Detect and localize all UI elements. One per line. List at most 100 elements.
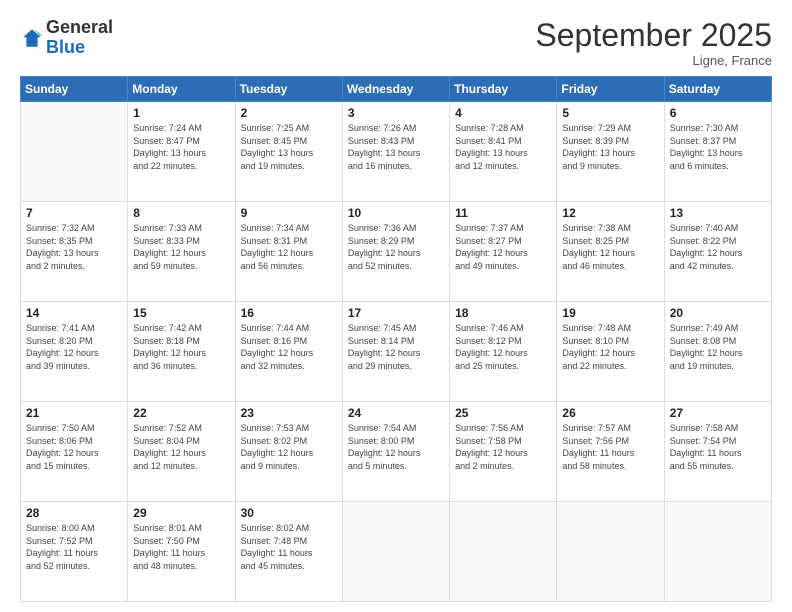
month-title: September 2025 bbox=[535, 18, 772, 53]
table-row: 7 Sunrise: 7:32 AM Sunset: 8:35 PM Daylig… bbox=[21, 202, 128, 302]
day-number: 26 bbox=[562, 406, 658, 420]
day-info: Sunrise: 7:42 AM Sunset: 8:18 PM Dayligh… bbox=[133, 322, 229, 372]
table-row: 29 Sunrise: 8:01 AM Sunset: 7:50 PM Dayli… bbox=[128, 502, 235, 602]
table-row: 1Sunrise: 7:24 AM Sunset: 8:47 PM Daylig… bbox=[128, 102, 235, 202]
table-row bbox=[21, 102, 128, 202]
day-number: 9 bbox=[241, 206, 337, 220]
day-info: Sunrise: 7:34 AM Sunset: 8:31 PM Dayligh… bbox=[241, 222, 337, 272]
day-info: Sunrise: 7:54 AM Sunset: 8:00 PM Dayligh… bbox=[348, 422, 444, 472]
table-row: 30 Sunrise: 8:02 AM Sunset: 7:48 PM Dayli… bbox=[235, 502, 342, 602]
day-info: Sunrise: 7:25 AM Sunset: 8:45 PM Dayligh… bbox=[241, 122, 337, 172]
day-info: Sunrise: 7:26 AM Sunset: 8:43 PM Dayligh… bbox=[348, 122, 444, 172]
title-block: September 2025 Ligne, France bbox=[535, 18, 772, 68]
table-row: 26 Sunrise: 7:57 AM Sunset: 7:56 PM Dayli… bbox=[557, 402, 664, 502]
day-number: 29 bbox=[133, 506, 229, 520]
location-subtitle: Ligne, France bbox=[535, 53, 772, 68]
day-number: 28 bbox=[26, 506, 122, 520]
calendar-week-row: 21 Sunrise: 7:50 AM Sunset: 8:06 PM Dayli… bbox=[21, 402, 772, 502]
table-row: 19 Sunrise: 7:48 AM Sunset: 8:10 PM Dayli… bbox=[557, 302, 664, 402]
day-info: Sunrise: 7:30 AM Sunset: 8:37 PM Dayligh… bbox=[670, 122, 766, 172]
day-number: 30 bbox=[241, 506, 337, 520]
day-number: 21 bbox=[26, 406, 122, 420]
table-row: 11Sunrise: 7:37 AM Sunset: 8:27 PM Dayli… bbox=[450, 202, 557, 302]
table-row: 8 Sunrise: 7:33 AM Sunset: 8:33 PM Daylig… bbox=[128, 202, 235, 302]
day-info: Sunrise: 7:32 AM Sunset: 8:35 PM Dayligh… bbox=[26, 222, 122, 272]
day-info: Sunrise: 7:46 AM Sunset: 8:12 PM Dayligh… bbox=[455, 322, 551, 372]
table-row: 22 Sunrise: 7:52 AM Sunset: 8:04 PM Dayli… bbox=[128, 402, 235, 502]
col-friday: Friday bbox=[557, 77, 664, 102]
day-info: Sunrise: 7:57 AM Sunset: 7:56 PM Dayligh… bbox=[562, 422, 658, 472]
day-info: Sunrise: 7:37 AM Sunset: 8:27 PM Dayligh… bbox=[455, 222, 551, 272]
col-tuesday: Tuesday bbox=[235, 77, 342, 102]
day-number: 3 bbox=[348, 106, 444, 120]
day-number: 13 bbox=[670, 206, 766, 220]
day-info: Sunrise: 7:29 AM Sunset: 8:39 PM Dayligh… bbox=[562, 122, 658, 172]
calendar-week-row: 14Sunrise: 7:41 AM Sunset: 8:20 PM Dayli… bbox=[21, 302, 772, 402]
header: General Blue September 2025 Ligne, Franc… bbox=[20, 18, 772, 68]
day-number: 20 bbox=[670, 306, 766, 320]
col-saturday: Saturday bbox=[664, 77, 771, 102]
calendar-week-row: 7 Sunrise: 7:32 AM Sunset: 8:35 PM Daylig… bbox=[21, 202, 772, 302]
day-number: 8 bbox=[133, 206, 229, 220]
day-number: 10 bbox=[348, 206, 444, 220]
day-number: 5 bbox=[562, 106, 658, 120]
day-info: Sunrise: 8:00 AM Sunset: 7:52 PM Dayligh… bbox=[26, 522, 122, 572]
table-row bbox=[450, 502, 557, 602]
col-thursday: Thursday bbox=[450, 77, 557, 102]
day-number: 22 bbox=[133, 406, 229, 420]
day-info: Sunrise: 8:01 AM Sunset: 7:50 PM Dayligh… bbox=[133, 522, 229, 572]
day-number: 14 bbox=[26, 306, 122, 320]
table-row bbox=[664, 502, 771, 602]
table-row bbox=[557, 502, 664, 602]
day-number: 16 bbox=[241, 306, 337, 320]
table-row: 23 Sunrise: 7:53 AM Sunset: 8:02 PM Dayli… bbox=[235, 402, 342, 502]
table-row: 27Sunrise: 7:58 AM Sunset: 7:54 PM Dayli… bbox=[664, 402, 771, 502]
day-info: Sunrise: 7:38 AM Sunset: 8:25 PM Dayligh… bbox=[562, 222, 658, 272]
day-info: Sunrise: 7:40 AM Sunset: 8:22 PM Dayligh… bbox=[670, 222, 766, 272]
day-info: Sunrise: 7:36 AM Sunset: 8:29 PM Dayligh… bbox=[348, 222, 444, 272]
table-row: 13 Sunrise: 7:40 AM Sunset: 8:22 PM Dayli… bbox=[664, 202, 771, 302]
logo-general-text: General bbox=[46, 18, 113, 38]
calendar-header-row: Sunday Monday Tuesday Wednesday Thursday… bbox=[21, 77, 772, 102]
calendar-week-row: 1Sunrise: 7:24 AM Sunset: 8:47 PM Daylig… bbox=[21, 102, 772, 202]
day-number: 27 bbox=[670, 406, 766, 420]
col-sunday: Sunday bbox=[21, 77, 128, 102]
table-row: 17 Sunrise: 7:45 AM Sunset: 8:14 PM Dayli… bbox=[342, 302, 449, 402]
table-row: 4 Sunrise: 7:28 AM Sunset: 8:41 PM Daylig… bbox=[450, 102, 557, 202]
day-info: Sunrise: 7:50 AM Sunset: 8:06 PM Dayligh… bbox=[26, 422, 122, 472]
table-row: 28 Sunrise: 8:00 AM Sunset: 7:52 PM Dayli… bbox=[21, 502, 128, 602]
table-row: 10 Sunrise: 7:36 AM Sunset: 8:29 PM Dayli… bbox=[342, 202, 449, 302]
day-number: 12 bbox=[562, 206, 658, 220]
day-info: Sunrise: 7:48 AM Sunset: 8:10 PM Dayligh… bbox=[562, 322, 658, 372]
day-number: 15 bbox=[133, 306, 229, 320]
table-row: 2 Sunrise: 7:25 AM Sunset: 8:45 PM Daylig… bbox=[235, 102, 342, 202]
day-info: Sunrise: 7:33 AM Sunset: 8:33 PM Dayligh… bbox=[133, 222, 229, 272]
day-info: Sunrise: 7:45 AM Sunset: 8:14 PM Dayligh… bbox=[348, 322, 444, 372]
day-number: 24 bbox=[348, 406, 444, 420]
day-info: Sunrise: 7:53 AM Sunset: 8:02 PM Dayligh… bbox=[241, 422, 337, 472]
col-wednesday: Wednesday bbox=[342, 77, 449, 102]
day-info: Sunrise: 7:44 AM Sunset: 8:16 PM Dayligh… bbox=[241, 322, 337, 372]
table-row: 25Sunrise: 7:56 AM Sunset: 7:58 PM Dayli… bbox=[450, 402, 557, 502]
day-number: 25 bbox=[455, 406, 551, 420]
logo-icon bbox=[20, 26, 44, 50]
table-row: 9 Sunrise: 7:34 AM Sunset: 8:31 PM Daylig… bbox=[235, 202, 342, 302]
logo-blue-text: Blue bbox=[46, 38, 113, 58]
day-number: 4 bbox=[455, 106, 551, 120]
table-row: 6Sunrise: 7:30 AM Sunset: 8:37 PM Daylig… bbox=[664, 102, 771, 202]
day-number: 17 bbox=[348, 306, 444, 320]
day-number: 19 bbox=[562, 306, 658, 320]
calendar-table: Sunday Monday Tuesday Wednesday Thursday… bbox=[20, 76, 772, 602]
day-info: Sunrise: 7:24 AM Sunset: 8:47 PM Dayligh… bbox=[133, 122, 229, 172]
day-info: Sunrise: 8:02 AM Sunset: 7:48 PM Dayligh… bbox=[241, 522, 337, 572]
day-number: 18 bbox=[455, 306, 551, 320]
table-row: 15 Sunrise: 7:42 AM Sunset: 8:18 PM Dayli… bbox=[128, 302, 235, 402]
table-row: 16 Sunrise: 7:44 AM Sunset: 8:16 PM Dayli… bbox=[235, 302, 342, 402]
table-row: 20Sunrise: 7:49 AM Sunset: 8:08 PM Dayli… bbox=[664, 302, 771, 402]
day-number: 7 bbox=[26, 206, 122, 220]
table-row: 12 Sunrise: 7:38 AM Sunset: 8:25 PM Dayli… bbox=[557, 202, 664, 302]
day-number: 2 bbox=[241, 106, 337, 120]
day-info: Sunrise: 7:52 AM Sunset: 8:04 PM Dayligh… bbox=[133, 422, 229, 472]
day-number: 23 bbox=[241, 406, 337, 420]
day-info: Sunrise: 7:28 AM Sunset: 8:41 PM Dayligh… bbox=[455, 122, 551, 172]
